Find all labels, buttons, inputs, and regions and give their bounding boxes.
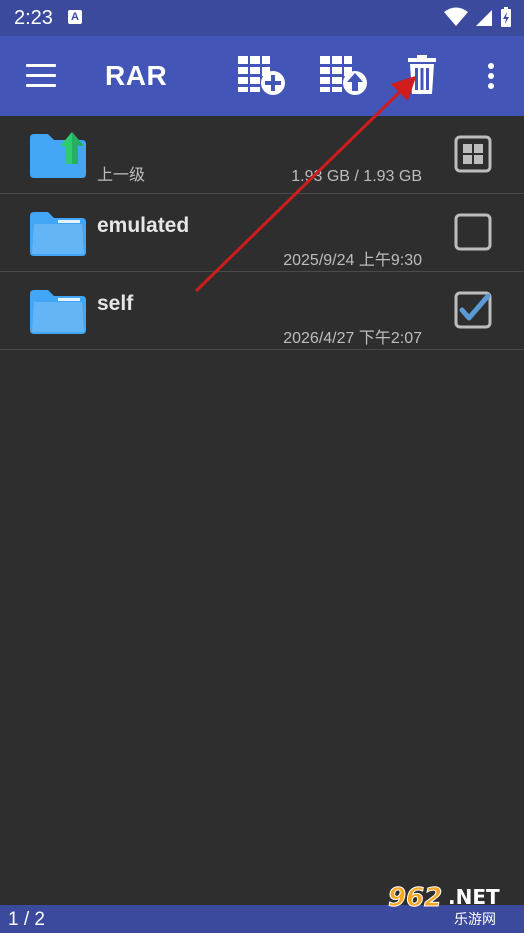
watermark-graphic: 962 .NET 乐游网 — [388, 883, 500, 929]
battery-icon — [501, 7, 511, 27]
folder-icon — [30, 290, 86, 334]
menu-button[interactable] — [26, 64, 56, 88]
wifi-icon — [444, 7, 468, 26]
menu-icon-line — [26, 64, 56, 67]
more-options-button[interactable] — [470, 54, 510, 98]
svg-text:.NET: .NET — [448, 885, 500, 909]
list-item-self[interactable]: self 2026/4/27 下午2:07 — [0, 272, 524, 350]
svg-text:962: 962 — [388, 883, 442, 913]
menu-icon-line — [26, 74, 56, 77]
watermark-logo: 962 .NET 乐游网 — [384, 880, 518, 929]
svg-text:乐游网: 乐游网 — [454, 912, 496, 928]
trash-icon — [408, 55, 436, 94]
folder-up-icon — [30, 132, 86, 178]
status-time: 2:23 — [14, 7, 53, 29]
folder-icon — [30, 212, 86, 256]
parent-folder-label: 上一级 — [97, 167, 146, 184]
list-item-emulated[interactable]: emulated 2025/9/24 上午9:30 — [0, 194, 524, 272]
file-list: 上一级 1.93 GB / 1.93 GB emulated 2025/9/24… — [0, 116, 524, 350]
signal-icon — [476, 10, 492, 26]
notification-a-icon: A — [68, 10, 82, 24]
more-vert-icon — [488, 63, 494, 89]
app-title: RAR — [105, 60, 168, 91]
extract-button[interactable] — [318, 54, 370, 98]
menu-icon-line — [26, 84, 56, 87]
system-icons — [444, 6, 512, 28]
checkbox-unchecked[interactable] — [454, 213, 492, 251]
file-name: emulated — [97, 214, 190, 237]
extract-archive-icon — [320, 56, 367, 95]
checkbox-checked[interactable] — [454, 291, 492, 329]
list-item-parent[interactable]: 上一级 1.93 GB / 1.93 GB — [0, 116, 524, 194]
app-toolbar: RAR — [0, 36, 524, 116]
add-archive-icon — [238, 56, 285, 95]
status-bar: 2:23 A — [0, 0, 524, 36]
file-date: 2026/4/27 下午2:07 — [283, 330, 422, 347]
select-all-icon[interactable] — [454, 135, 492, 173]
add-to-archive-button[interactable] — [236, 54, 288, 98]
file-date: 2025/9/24 上午9:30 — [283, 252, 422, 269]
delete-button[interactable] — [400, 54, 452, 98]
storage-size: 1.93 GB / 1.93 GB — [291, 168, 422, 185]
selection-count: 1 / 2 — [8, 909, 45, 930]
file-name: self — [97, 292, 134, 315]
